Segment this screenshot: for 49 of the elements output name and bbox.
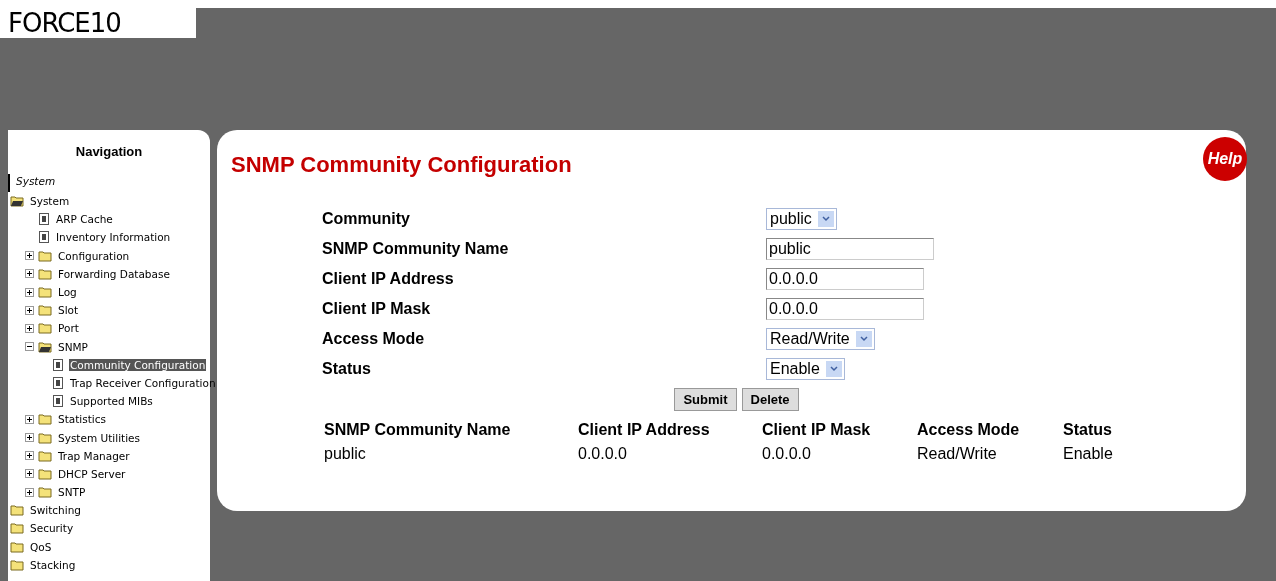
column-header: Access Mode — [916, 420, 1021, 440]
tree-item[interactable]: SNTP — [57, 486, 87, 499]
dropdown[interactable]: public — [766, 208, 837, 230]
field-label: Client IP Address — [322, 270, 455, 288]
tree-item[interactable]: Security — [29, 522, 75, 535]
column-header: SNMP Community Name — [323, 420, 512, 440]
tree-item[interactable]: SNMP — [57, 340, 89, 353]
tree-item[interactable]: Statistics — [57, 413, 107, 426]
table-cell-text: 0.0.0.0 — [577, 444, 628, 464]
column-header: Status — [1062, 420, 1113, 440]
tree-item[interactable]: System Utilities — [57, 431, 141, 444]
table-cell-text: public — [323, 444, 367, 464]
help-button[interactable]: Help — [1203, 137, 1247, 181]
input-field[interactable]: 0.0.0.0 — [766, 298, 924, 320]
tree-item[interactable]: Slot — [57, 304, 80, 317]
tree-item[interactable]: Supported MIBs — [69, 395, 154, 408]
tree-item[interactable]: Port — [57, 322, 80, 335]
tree-item[interactable]: System — [29, 195, 71, 208]
tree-item[interactable]: DHCP Server — [57, 467, 127, 480]
tree-item[interactable]: ARP Cache — [55, 213, 114, 226]
tree-item[interactable]: Forwarding Database — [57, 267, 171, 280]
field-label: Status — [322, 360, 372, 378]
tree-item[interactable]: Stacking — [29, 558, 77, 571]
navigation-heading: System — [8, 174, 210, 192]
tree-item[interactable]: QoS — [29, 540, 53, 553]
tree-item[interactable]: Log — [57, 286, 78, 299]
input-field[interactable]: public — [766, 238, 934, 260]
field-label: Community — [322, 210, 411, 228]
table-cell-text: Read/Write — [916, 444, 998, 464]
navigation-title: Navigation — [74, 143, 144, 161]
logo: FORCE10 — [0, 8, 196, 38]
form-button[interactable]: Submit — [674, 388, 737, 411]
tree-item[interactable]: Inventory Information — [55, 231, 172, 244]
field-label: Access Mode — [322, 330, 426, 348]
dropdown[interactable]: Read/Write — [766, 328, 875, 350]
form-button[interactable]: Delete — [741, 388, 799, 411]
input-field[interactable]: 0.0.0.0 — [766, 268, 924, 290]
tree-item[interactable]: Trap Manager — [57, 449, 131, 462]
column-header: Client IP Mask — [761, 420, 872, 440]
column-header: Client IP Address — [577, 420, 711, 440]
tree-item[interactable]: Switching — [29, 504, 82, 517]
tree-item[interactable]: Community Configuration — [69, 358, 207, 371]
page-title: SNMP Community Configuration — [231, 152, 572, 178]
tree-item[interactable]: Configuration — [57, 249, 131, 262]
field-label: Client IP Mask — [322, 300, 432, 318]
table-cell-text: 0.0.0.0 — [761, 444, 812, 464]
field-label: SNMP Community Name — [322, 240, 510, 258]
dropdown[interactable]: Enable — [766, 358, 845, 380]
table-cell-text: Enable — [1062, 444, 1114, 464]
